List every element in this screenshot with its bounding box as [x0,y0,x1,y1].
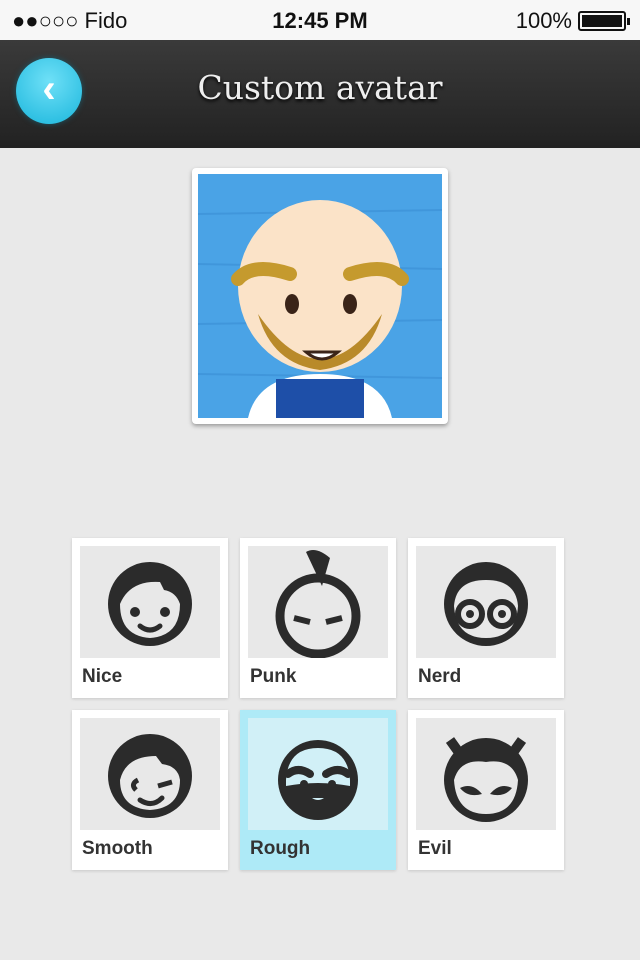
option-label: Rough [250,838,311,859]
option-label: Smooth [82,838,153,859]
avatar-option-nice[interactable]: Nice [72,538,228,698]
avatar-option-punk[interactable]: Punk [240,538,396,698]
avatar-option-rough[interactable]: Rough [240,710,396,870]
evil-face-icon [416,718,556,830]
avatar-option-nerd[interactable]: Nerd [408,538,564,698]
punk-face-icon [248,546,388,659]
option-label: Nice [82,666,123,687]
option-label: Nerd [418,666,462,687]
avatar-preview [192,168,448,424]
battery-icon [578,11,630,31]
battery-percent: 100% [515,8,572,33]
status-bar: ●●○○○ Fido 12:45 PM 100% [0,0,640,40]
nerd-face-icon [416,546,556,658]
page-title: Custom avatar [197,68,443,107]
avatar-option-smooth[interactable]: Smooth [72,710,228,870]
nice-face-icon [80,546,220,658]
option-label: Evil [418,838,452,859]
smooth-face-icon [80,718,220,830]
rough-face-icon [248,718,388,830]
option-label: Punk [250,666,297,687]
avatar-option-evil[interactable]: Evil [408,710,564,870]
nav-bar: ‹ Custom avatar [0,40,640,148]
